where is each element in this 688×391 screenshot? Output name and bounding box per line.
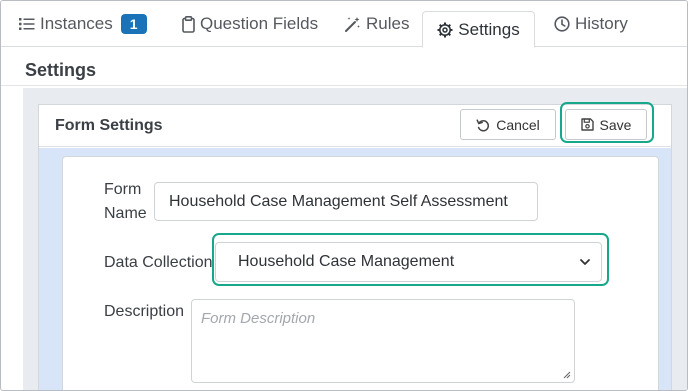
form-name-label-line1: Form bbox=[104, 181, 142, 198]
form-editor-window: Instances 1 Question Fields Rules Settin… bbox=[0, 0, 688, 391]
form-name-label: Form Name bbox=[104, 178, 147, 226]
description-textarea[interactable]: Form Description bbox=[191, 299, 575, 383]
form-name-input[interactable]: Household Case Management Self Assessmen… bbox=[154, 182, 538, 221]
tab-label: Settings bbox=[458, 19, 520, 39]
description-placeholder: Form Description bbox=[201, 310, 316, 327]
form-name-label-line2: Name bbox=[104, 205, 147, 222]
tab-label: History bbox=[575, 14, 628, 33]
tab-instances[interactable]: Instances 1 bbox=[19, 1, 147, 47]
tab-label: Rules bbox=[366, 14, 410, 33]
magic-wand-icon bbox=[345, 16, 360, 32]
undo-icon bbox=[476, 118, 490, 131]
data-collection-label: Data Collection bbox=[104, 254, 213, 271]
page-title: Settings bbox=[25, 60, 97, 80]
save-highlight-box bbox=[560, 102, 654, 143]
gear-icon bbox=[437, 22, 453, 37]
tab-question-fields[interactable]: Question Fields bbox=[182, 1, 318, 47]
description-label: Description bbox=[104, 303, 185, 320]
tab-label: Question Fields bbox=[200, 14, 319, 33]
clock-icon bbox=[554, 16, 570, 32]
list-icon bbox=[19, 18, 35, 30]
tab-settings[interactable]: Settings bbox=[422, 11, 535, 48]
cancel-label: Cancel bbox=[496, 116, 540, 133]
resize-handle-icon[interactable] bbox=[562, 370, 571, 379]
tab-rules[interactable]: Rules bbox=[344, 1, 409, 47]
clipboard-icon bbox=[182, 15, 195, 33]
tab-bar: Instances 1 Question Fields Rules Settin… bbox=[1, 1, 687, 48]
cancel-button[interactable]: Cancel bbox=[460, 109, 556, 140]
data-collection-highlight-box bbox=[212, 233, 609, 286]
card-title: Form Settings bbox=[55, 117, 163, 134]
divider bbox=[1, 85, 687, 86]
tab-label: Instances bbox=[40, 14, 113, 33]
tab-history[interactable]: History bbox=[554, 1, 628, 47]
instance-count-badge: 1 bbox=[120, 14, 147, 34]
